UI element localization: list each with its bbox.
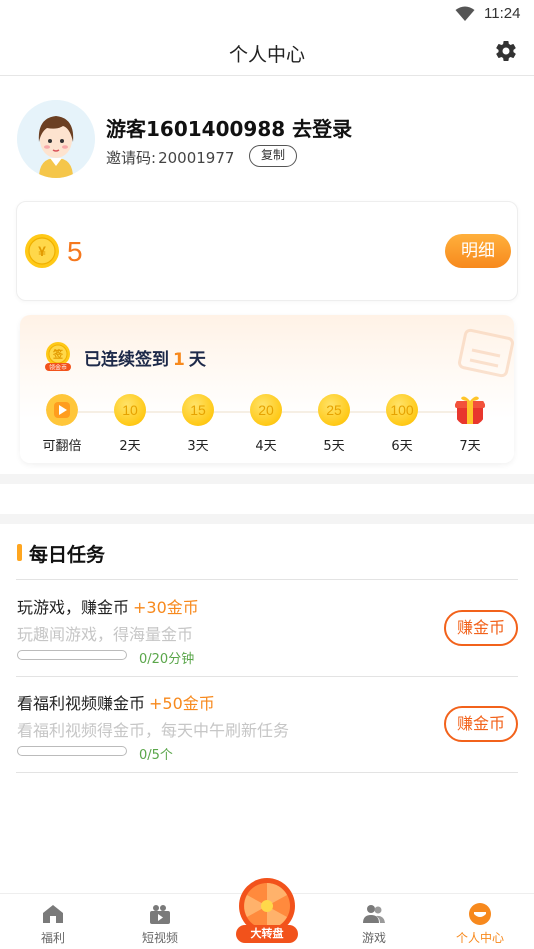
task-progress-text: 0/20分钟 [139, 652, 195, 667]
nav-label: 短视频 [141, 931, 178, 945]
home-icon [43, 905, 63, 923]
task-title: 看福利视频赚金币 +50金币 [17, 690, 215, 714]
signin-coin-badge-icon: 签 领金币 [45, 342, 71, 372]
avatar[interactable] [17, 100, 95, 178]
invite-label: 邀请码: [106, 149, 157, 167]
coin-icon: ¥ [25, 234, 59, 268]
signin-prefix: 已连续签到 [84, 350, 169, 370]
coin-card: ¥ 5 明细 [16, 201, 518, 301]
title-bar: 个人中心 [0, 28, 534, 76]
signin-day-4[interactable]: 20 4天 [236, 394, 296, 454]
signin-day-label: 6天 [391, 439, 413, 454]
status-bar: 11:24 [0, 0, 534, 28]
profile-icon [469, 903, 491, 925]
nav-item-game[interactable]: 游戏 [324, 894, 424, 949]
signin-day-7[interactable]: 7天 [440, 394, 500, 454]
username-login-link[interactable]: 游客1601400988 去登录 [106, 113, 352, 142]
signin-status-text: 已连续签到 1 天 [84, 345, 206, 370]
signin-day-label: 5天 [323, 439, 345, 454]
signin-day-3[interactable]: 15 3天 [168, 394, 228, 454]
coin-value: 100 [386, 394, 418, 426]
nav-label: 个人中心 [455, 931, 504, 945]
coin-value: 25 [318, 394, 350, 426]
task-name: 玩游戏，赚金币 [17, 598, 130, 617]
divider [16, 676, 518, 677]
task-progress-text: 0/5个 [139, 748, 173, 763]
calendar-deco-icon [458, 328, 514, 378]
avatar-girl-icon [17, 100, 95, 178]
earn-coins-button[interactable]: 赚金币 [444, 706, 518, 742]
play-icon [46, 394, 78, 426]
signin-day-1[interactable]: 可翻倍 [32, 394, 92, 454]
signin-day-label: 4天 [255, 439, 277, 454]
section-divider [0, 474, 534, 484]
nav-item-welfare[interactable]: 福利 [3, 894, 103, 949]
page-title: 个人中心 [228, 44, 305, 66]
coin-value: 15 [182, 394, 214, 426]
signin-day-5[interactable]: 25 5天 [304, 394, 364, 454]
task-title: 玩游戏，赚金币 +30金币 [17, 594, 199, 618]
tasks-title-accent [17, 544, 22, 561]
earn-coins-button[interactable]: 赚金币 [444, 610, 518, 646]
signin-days: 1 [173, 350, 185, 370]
signin-day-label: 2天 [119, 439, 141, 454]
nav-label: 游戏 [361, 931, 386, 945]
signin-day-label: 7天 [459, 439, 481, 454]
signin-suffix: 天 [188, 350, 206, 370]
invite-code-row: 邀请码: 20001977 [106, 147, 234, 168]
divider [16, 579, 518, 580]
signin-day-label: 可翻倍 [42, 439, 82, 454]
task-desc: 玩趣闻游戏，得海量金币 [17, 625, 194, 644]
tasks-title: 每日任务 [29, 544, 106, 566]
signin-badge-text: 领金币 [49, 364, 67, 372]
game-icon [363, 905, 385, 923]
nav-label: 福利 [40, 931, 65, 945]
copy-button[interactable]: 复制 [249, 145, 297, 167]
task-desc: 看福利视频得金币，每天中午刷新任务 [17, 721, 290, 740]
coin-detail-button[interactable]: 明细 [445, 234, 511, 268]
coin-value: 20 [250, 394, 282, 426]
task-progress-bar [17, 650, 127, 660]
signin-day-6[interactable]: 100 6天 [372, 394, 432, 454]
task-progress-bar [17, 746, 127, 756]
section-divider [0, 514, 534, 524]
signin-day-label: 3天 [187, 439, 209, 454]
status-time: 11:24 [484, 5, 521, 22]
task-reward: +30金币 [133, 598, 199, 617]
task-reward: +50金币 [149, 694, 215, 713]
gift-icon [455, 396, 485, 424]
svg-text:签: 签 [52, 348, 64, 361]
invite-code: 20001977 [158, 149, 235, 167]
svg-text:¥: ¥ [38, 243, 46, 259]
video-icon [150, 905, 170, 924]
signin-day-2[interactable]: 10 2天 [100, 394, 160, 454]
signin-card: 签 领金币 已连续签到 1 天 可翻倍 10 2天 15 3天 20 4天 25… [20, 315, 514, 463]
gear-icon[interactable] [494, 39, 518, 63]
screen: 11:24 个人中心 游客1601400988 去登录 邀请码: 20001977… [0, 0, 534, 949]
coin-value: 10 [114, 394, 146, 426]
nav-item-short-video[interactable]: 短视频 [110, 894, 210, 949]
coin-amount: 5 [67, 236, 83, 267]
divider [16, 772, 518, 773]
wifi-icon [455, 6, 475, 21]
task-name: 看福利视频赚金币 [17, 694, 146, 713]
nav-item-profile[interactable]: 个人中心 [430, 894, 530, 949]
nav-item-wheel-label[interactable]: 大转盘 [236, 925, 298, 943]
